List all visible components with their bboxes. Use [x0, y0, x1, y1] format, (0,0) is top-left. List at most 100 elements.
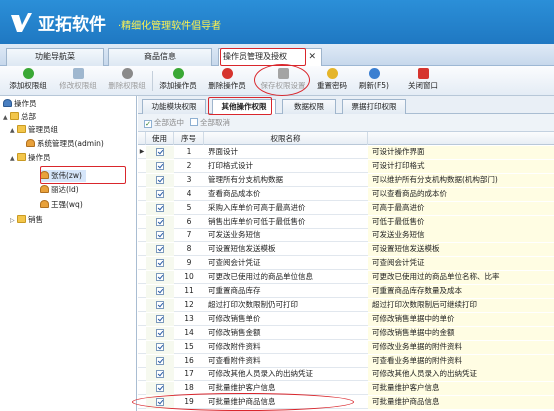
current-row-indicator [138, 382, 146, 395]
tab-print-permissions[interactable]: 票据打印权限 [342, 99, 406, 114]
use-cell[interactable] [146, 159, 174, 173]
use-cell[interactable] [146, 382, 174, 396]
checkbox-checked-icon[interactable] [156, 300, 164, 309]
use-cell[interactable] [146, 354, 174, 368]
close-tab-icon[interactable]: ✕ [308, 49, 316, 65]
tree-root[interactable]: 操作员 [3, 98, 37, 110]
select-all-button[interactable]: ✓ 全部选中 [144, 117, 184, 128]
checkbox-checked-icon[interactable] [156, 175, 164, 184]
tree-item-admin[interactable]: 系统管理员(admin) [26, 138, 104, 150]
checkbox-checked-icon[interactable] [156, 342, 164, 351]
table-row[interactable]: 13 可修改销售单价 可修改销售单据中的单价 [138, 312, 554, 326]
use-cell[interactable] [146, 396, 174, 410]
collapse-icon[interactable]: ▲ [3, 112, 10, 124]
table-row[interactable]: 10 可更改已使用过的商品单位信息 可更改已使用过的商品单位名称、比率 [138, 271, 554, 285]
checkbox-checked-icon[interactable] [156, 273, 164, 282]
use-cell[interactable] [146, 285, 174, 298]
use-cell[interactable] [146, 326, 174, 340]
table-row[interactable]: 15 可修改附件资料 可修改业务单据的附件资料 [138, 340, 554, 354]
checkbox-checked-icon[interactable] [156, 370, 164, 379]
table-row[interactable]: 2 打印格式设计 可设计打印格式 [138, 159, 554, 173]
checkbox-checked-icon[interactable] [156, 148, 164, 156]
table-row[interactable]: 12 超过打印次数限制仍可打印 超过打印次数限制后可继续打印 [138, 298, 554, 312]
use-cell[interactable] [146, 312, 174, 326]
tree-item-headquarters[interactable]: ▲ 总部 [3, 111, 36, 123]
tab-module-permissions[interactable]: 功能模块权限 [142, 99, 206, 114]
close-window-icon [417, 68, 429, 79]
checkbox-checked-icon[interactable] [156, 245, 164, 254]
table-row[interactable]: 14 可修改销售金额 可修改销售单据中的金额 [138, 326, 554, 340]
checkbox-checked-icon[interactable] [156, 217, 164, 226]
checkbox-checked-icon[interactable] [156, 384, 164, 393]
tab-product-info[interactable]: 商品信息 [108, 48, 212, 66]
add-operator-button[interactable]: 添加操作员 [158, 68, 198, 94]
delete-permission-group-button[interactable]: 删除权限组 [106, 68, 148, 94]
tree-item-operator-group[interactable]: ▲ 操作员 [10, 152, 51, 164]
close-window-button[interactable]: 关闭窗口 [405, 68, 441, 94]
tab-function-nav[interactable]: 功能导航菜 [6, 48, 104, 66]
use-cell[interactable] [146, 229, 174, 243]
tab-operator-management[interactable]: 操作员管理及授权 ✕ [218, 48, 322, 67]
table-row[interactable]: 7 可发送业务短信 可发送业务短信 [138, 229, 554, 243]
table-row[interactable]: 3 管理所有分支机构数据 可以维护所有分支机构数据(机构部门) [138, 173, 554, 187]
seq-cell: 7 [186, 230, 192, 240]
table-row[interactable]: 16 可查看附件资料 可查看业务单据的附件资料 [138, 354, 554, 368]
checkbox-checked-icon[interactable] [156, 259, 164, 268]
edit-permission-group-button[interactable]: 修改权限组 [57, 68, 99, 94]
collapse-icon[interactable]: ▲ [10, 153, 17, 165]
use-cell[interactable] [146, 271, 174, 285]
desc-column-header[interactable] [368, 132, 554, 145]
table-row[interactable]: 17 可修改其他人员录入的出纳凭证 可修改其他人员录入的出纳凭证 [138, 368, 554, 382]
use-cell[interactable] [146, 298, 174, 312]
delete-operator-button[interactable]: 删除操作员 [207, 68, 247, 94]
reset-password-button[interactable]: 重置密码 [314, 68, 350, 94]
checkbox-checked-icon[interactable] [156, 231, 164, 240]
tree-item-sales-group[interactable]: ▷ 销售 [10, 214, 43, 226]
tree-item-admin-group[interactable]: ▲ 管理员组 [10, 124, 58, 136]
table-row[interactable]: 9 可查阅会计凭证 可查阅会计凭证 [138, 257, 554, 271]
refresh-button[interactable]: 刷新(F5) [356, 68, 392, 94]
add-permission-group-button[interactable]: 添加权限组 [8, 68, 48, 94]
use-cell[interactable] [146, 146, 174, 159]
checkbox-checked-icon[interactable] [156, 398, 164, 407]
table-row[interactable]: 4 查看商品成本价 可以查看商品的成本价 [138, 187, 554, 201]
tab-other-permissions[interactable]: 其他操作权限 [212, 99, 276, 114]
table-row[interactable]: 19 可批量维护商品信息 可批量维护商品信息 [138, 396, 554, 410]
checkbox-checked-icon[interactable] [156, 328, 164, 337]
table-row[interactable]: 6 销售出库单价可低于最低售价 可低于最低售价 [138, 215, 554, 229]
checkbox-checked-icon[interactable] [156, 203, 164, 212]
tab-label: 商品信息 [144, 52, 176, 61]
checkbox-checked-icon[interactable] [156, 287, 164, 295]
use-cell[interactable] [146, 257, 174, 271]
use-cell[interactable] [146, 173, 174, 187]
use-cell[interactable] [146, 201, 174, 215]
deselect-all-button[interactable]: 全部取消 [190, 117, 230, 128]
checkbox-checked-icon[interactable] [156, 189, 164, 198]
checkbox-checked-icon[interactable] [156, 314, 164, 323]
use-cell[interactable] [146, 340, 174, 354]
use-column-header[interactable]: 使用 [146, 132, 174, 145]
table-row[interactable]: 11 可重置商品库存 可重置商品库存数量及成本 [138, 285, 554, 298]
use-cell[interactable] [146, 243, 174, 257]
save-icon [277, 68, 289, 79]
seq-cell: 8 [186, 244, 192, 254]
tab-data-permissions[interactable]: 数据权限 [282, 99, 336, 114]
use-cell[interactable] [146, 187, 174, 201]
expand-icon[interactable]: ▷ [10, 215, 17, 227]
checkbox-checked-icon[interactable] [156, 161, 164, 170]
table-row[interactable]: 8 可设置短信发送模板 可设置短信发送模板 [138, 243, 554, 257]
checkbox-checked-icon[interactable] [156, 356, 164, 365]
table-row[interactable]: 18 可批量维护客户信息 可批量维护客户信息 [138, 382, 554, 396]
table-row[interactable]: ▶ 1 界面设计 可设计操作界面 [138, 146, 554, 159]
table-row[interactable]: 5 采购入库单价可高于最高进价 可高于最高进价 [138, 201, 554, 215]
use-cell[interactable] [146, 215, 174, 229]
save-permissions-button[interactable]: 保存权限设置 [259, 68, 307, 94]
name-column-header[interactable]: 权限名称 [204, 132, 368, 145]
tree-item-zhangwei[interactable]: 张伟(zw) [40, 170, 86, 182]
group-icon [17, 153, 26, 161]
collapse-icon[interactable]: ▲ [10, 125, 17, 137]
seq-column-header[interactable]: 序号 [174, 132, 204, 145]
tree-item-wangqiang[interactable]: 王强(wq) [40, 199, 83, 211]
use-cell[interactable] [146, 368, 174, 382]
tree-item-lida[interactable]: 丽达(ld) [40, 184, 79, 196]
